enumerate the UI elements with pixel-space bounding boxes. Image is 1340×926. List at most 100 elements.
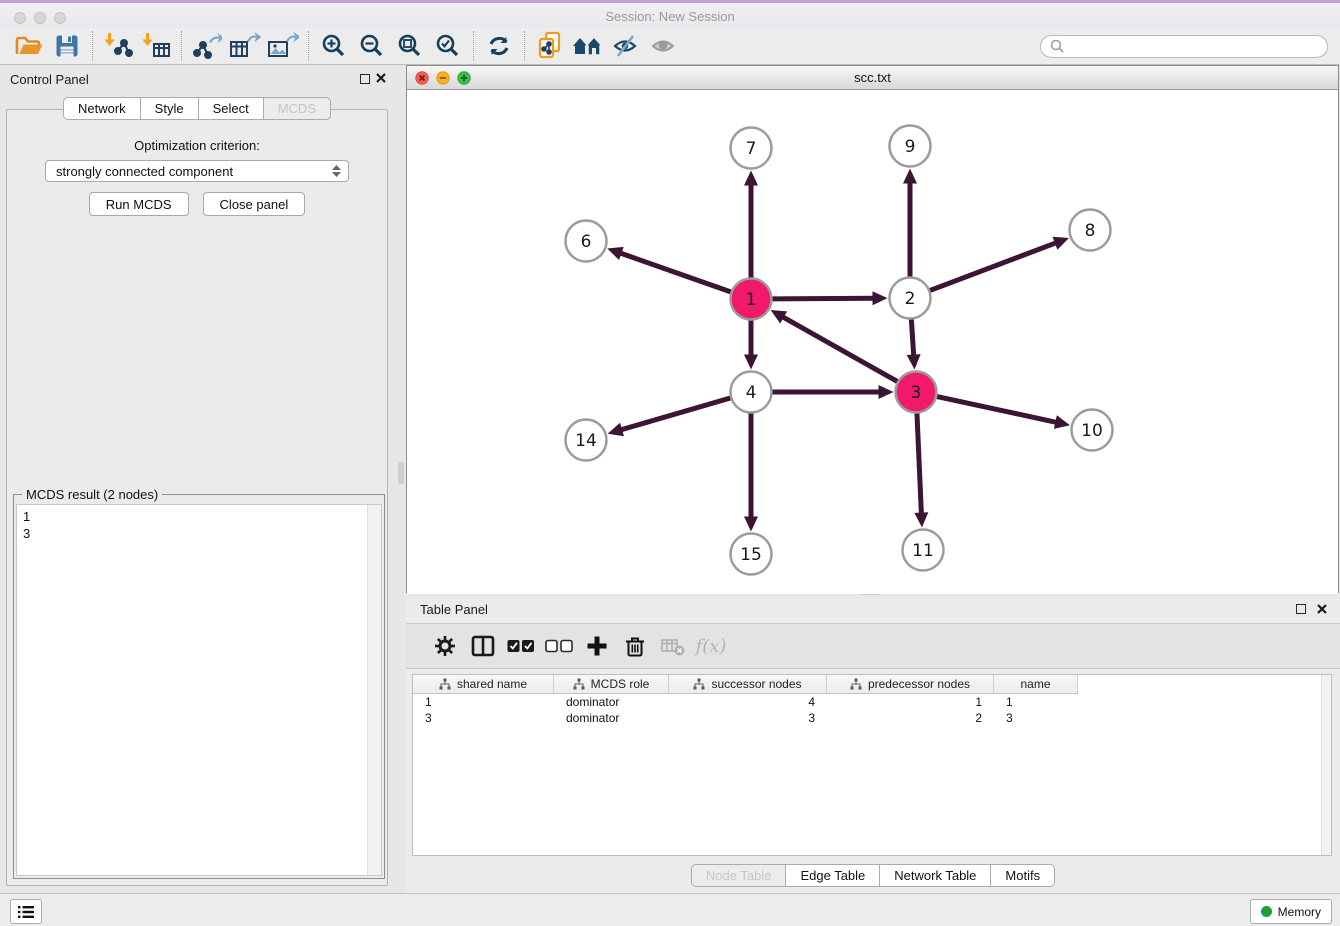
edge-2-3[interactable] bbox=[911, 319, 913, 356]
fit-content-button[interactable] bbox=[391, 30, 429, 62]
export-table-button[interactable] bbox=[226, 30, 264, 62]
graph-node-4[interactable]: 4 bbox=[731, 372, 772, 413]
column-header-predecessor-nodes[interactable]: predecessor nodes bbox=[827, 675, 994, 694]
create-column-button[interactable] bbox=[578, 628, 616, 664]
table-cell[interactable]: 1 bbox=[413, 695, 554, 709]
edge-2-8[interactable] bbox=[930, 243, 1057, 291]
graph-node-2[interactable]: 2 bbox=[890, 278, 931, 319]
close-panel-icon[interactable] bbox=[375, 72, 387, 84]
table-cell[interactable]: 1 bbox=[827, 695, 994, 709]
table-cell[interactable]: 3 bbox=[669, 711, 827, 725]
export-image-button[interactable] bbox=[264, 30, 302, 62]
close-network-icon[interactable] bbox=[415, 71, 429, 85]
edge-arrow-1-4 bbox=[744, 355, 758, 370]
import-network-button[interactable] bbox=[99, 30, 137, 62]
memory-label: Memory bbox=[1278, 905, 1321, 919]
table-scrollbar[interactable] bbox=[1321, 675, 1331, 855]
save-session-button[interactable] bbox=[48, 30, 86, 62]
tab-mcds[interactable]: MCDS bbox=[263, 97, 331, 120]
table-cell[interactable]: 4 bbox=[669, 695, 827, 709]
column-header-shared-name[interactable]: shared name bbox=[413, 675, 554, 694]
table-cell[interactable]: 2 bbox=[827, 711, 994, 725]
table-row[interactable]: 1dominator411 bbox=[413, 694, 1331, 710]
maximize-network-icon[interactable] bbox=[457, 71, 471, 85]
delete-columns-button[interactable] bbox=[616, 628, 654, 664]
graph-node-11[interactable]: 11 bbox=[903, 530, 944, 571]
table-settings-button[interactable] bbox=[426, 628, 464, 664]
float-panel-icon[interactable] bbox=[360, 74, 370, 84]
deselect-all-button[interactable] bbox=[540, 628, 578, 664]
function-builder-button[interactable]: f(x) bbox=[692, 628, 730, 664]
edge-1-6[interactable] bbox=[619, 253, 730, 292]
edge-3-11[interactable] bbox=[917, 413, 921, 514]
tab-style[interactable]: Style bbox=[140, 97, 199, 120]
tab-motifs[interactable]: Motifs bbox=[990, 864, 1055, 887]
table-row[interactable]: 3dominator323 bbox=[413, 710, 1331, 726]
tab-network[interactable]: Network bbox=[63, 97, 141, 120]
vertical-splitter-handle[interactable] bbox=[398, 462, 404, 484]
first-neighbors-button[interactable] bbox=[569, 30, 607, 62]
task-history-button[interactable] bbox=[10, 899, 42, 924]
run-mcds-button[interactable]: Run MCDS bbox=[89, 192, 189, 216]
tab-network-table[interactable]: Network Table bbox=[879, 864, 991, 887]
graph-node-14[interactable]: 14 bbox=[566, 420, 607, 461]
graph-node-15[interactable]: 15 bbox=[731, 534, 772, 575]
network-graph: 7 9 6 8 1 2 4 3 14 10 15 11 bbox=[407, 90, 1338, 594]
control-panel-tabs: NetworkStyleSelectMCDS bbox=[0, 97, 394, 120]
table-cell[interactable]: 3 bbox=[994, 711, 1078, 725]
graph-node-6[interactable]: 6 bbox=[566, 221, 607, 262]
network-window-titlebar[interactable]: scc.txt bbox=[407, 66, 1338, 90]
save-floppy-icon bbox=[54, 33, 80, 59]
column-header-name[interactable]: name bbox=[994, 675, 1078, 694]
memory-button[interactable]: Memory bbox=[1250, 899, 1332, 924]
network-canvas[interactable]: 7 9 6 8 1 2 4 3 14 10 15 11 bbox=[407, 90, 1338, 594]
delete-table-button[interactable] bbox=[654, 628, 692, 664]
graph-node-1[interactable]: 1 bbox=[731, 279, 772, 320]
clone-network-button[interactable] bbox=[531, 30, 569, 62]
graph-node-3[interactable]: 3 bbox=[896, 372, 937, 413]
table-cell[interactable]: dominator bbox=[554, 695, 669, 709]
edge-3-1[interactable] bbox=[782, 316, 897, 381]
edge-arrow-4-15 bbox=[744, 517, 758, 532]
open-session-button[interactable] bbox=[10, 30, 48, 62]
minimize-network-icon[interactable] bbox=[436, 71, 450, 85]
edge-4-14[interactable] bbox=[620, 398, 730, 430]
graph-node-9[interactable]: 9 bbox=[890, 126, 931, 167]
hide-graphics-details-button[interactable] bbox=[607, 30, 645, 62]
export-network-icon bbox=[192, 32, 222, 60]
svg-text:10: 10 bbox=[1081, 421, 1103, 441]
optimization-criterion-label: Optimization criterion: bbox=[7, 138, 387, 153]
column-header-label: name bbox=[1020, 677, 1050, 691]
refresh-layout-button[interactable] bbox=[480, 30, 518, 62]
memory-status-icon bbox=[1261, 906, 1272, 917]
zoom-in-button[interactable] bbox=[315, 30, 353, 62]
show-graphics-details-button[interactable] bbox=[645, 30, 683, 62]
select-all-button[interactable] bbox=[502, 628, 540, 664]
edge-3-10[interactable] bbox=[937, 397, 1057, 423]
table-cell[interactable]: 1 bbox=[994, 695, 1078, 709]
close-panel-button[interactable]: Close panel bbox=[203, 192, 306, 216]
search-input[interactable] bbox=[1040, 35, 1328, 58]
column-header-successor-nodes[interactable]: successor nodes bbox=[669, 675, 827, 694]
result-scrollbar[interactable] bbox=[367, 505, 381, 875]
unchecked-boxes-icon bbox=[545, 637, 573, 655]
tab-node-table[interactable]: Node Table bbox=[691, 864, 787, 887]
table-cell[interactable]: dominator bbox=[554, 711, 669, 725]
column-header-MCDS-role[interactable]: MCDS role bbox=[554, 675, 669, 694]
tab-edge-table[interactable]: Edge Table bbox=[785, 864, 880, 887]
import-table-button[interactable] bbox=[137, 30, 175, 62]
graph-node-10[interactable]: 10 bbox=[1072, 410, 1113, 451]
zoom-selected-button[interactable] bbox=[429, 30, 467, 62]
close-table-panel-icon[interactable] bbox=[1316, 603, 1328, 615]
zoom-out-button[interactable] bbox=[353, 30, 391, 62]
graph-node-7[interactable]: 7 bbox=[731, 128, 772, 169]
optimization-criterion-select[interactable]: strongly connected component bbox=[45, 160, 349, 182]
tab-select[interactable]: Select bbox=[198, 97, 264, 120]
table-cell[interactable]: 3 bbox=[413, 711, 554, 725]
float-table-panel-icon[interactable] bbox=[1296, 604, 1306, 614]
graph-node-8[interactable]: 8 bbox=[1070, 210, 1111, 251]
export-network-button[interactable] bbox=[188, 30, 226, 62]
edge-1-2[interactable] bbox=[772, 298, 874, 299]
mcds-result-textarea[interactable]: 13 bbox=[16, 504, 382, 876]
toggle-columns-button[interactable] bbox=[464, 628, 502, 664]
